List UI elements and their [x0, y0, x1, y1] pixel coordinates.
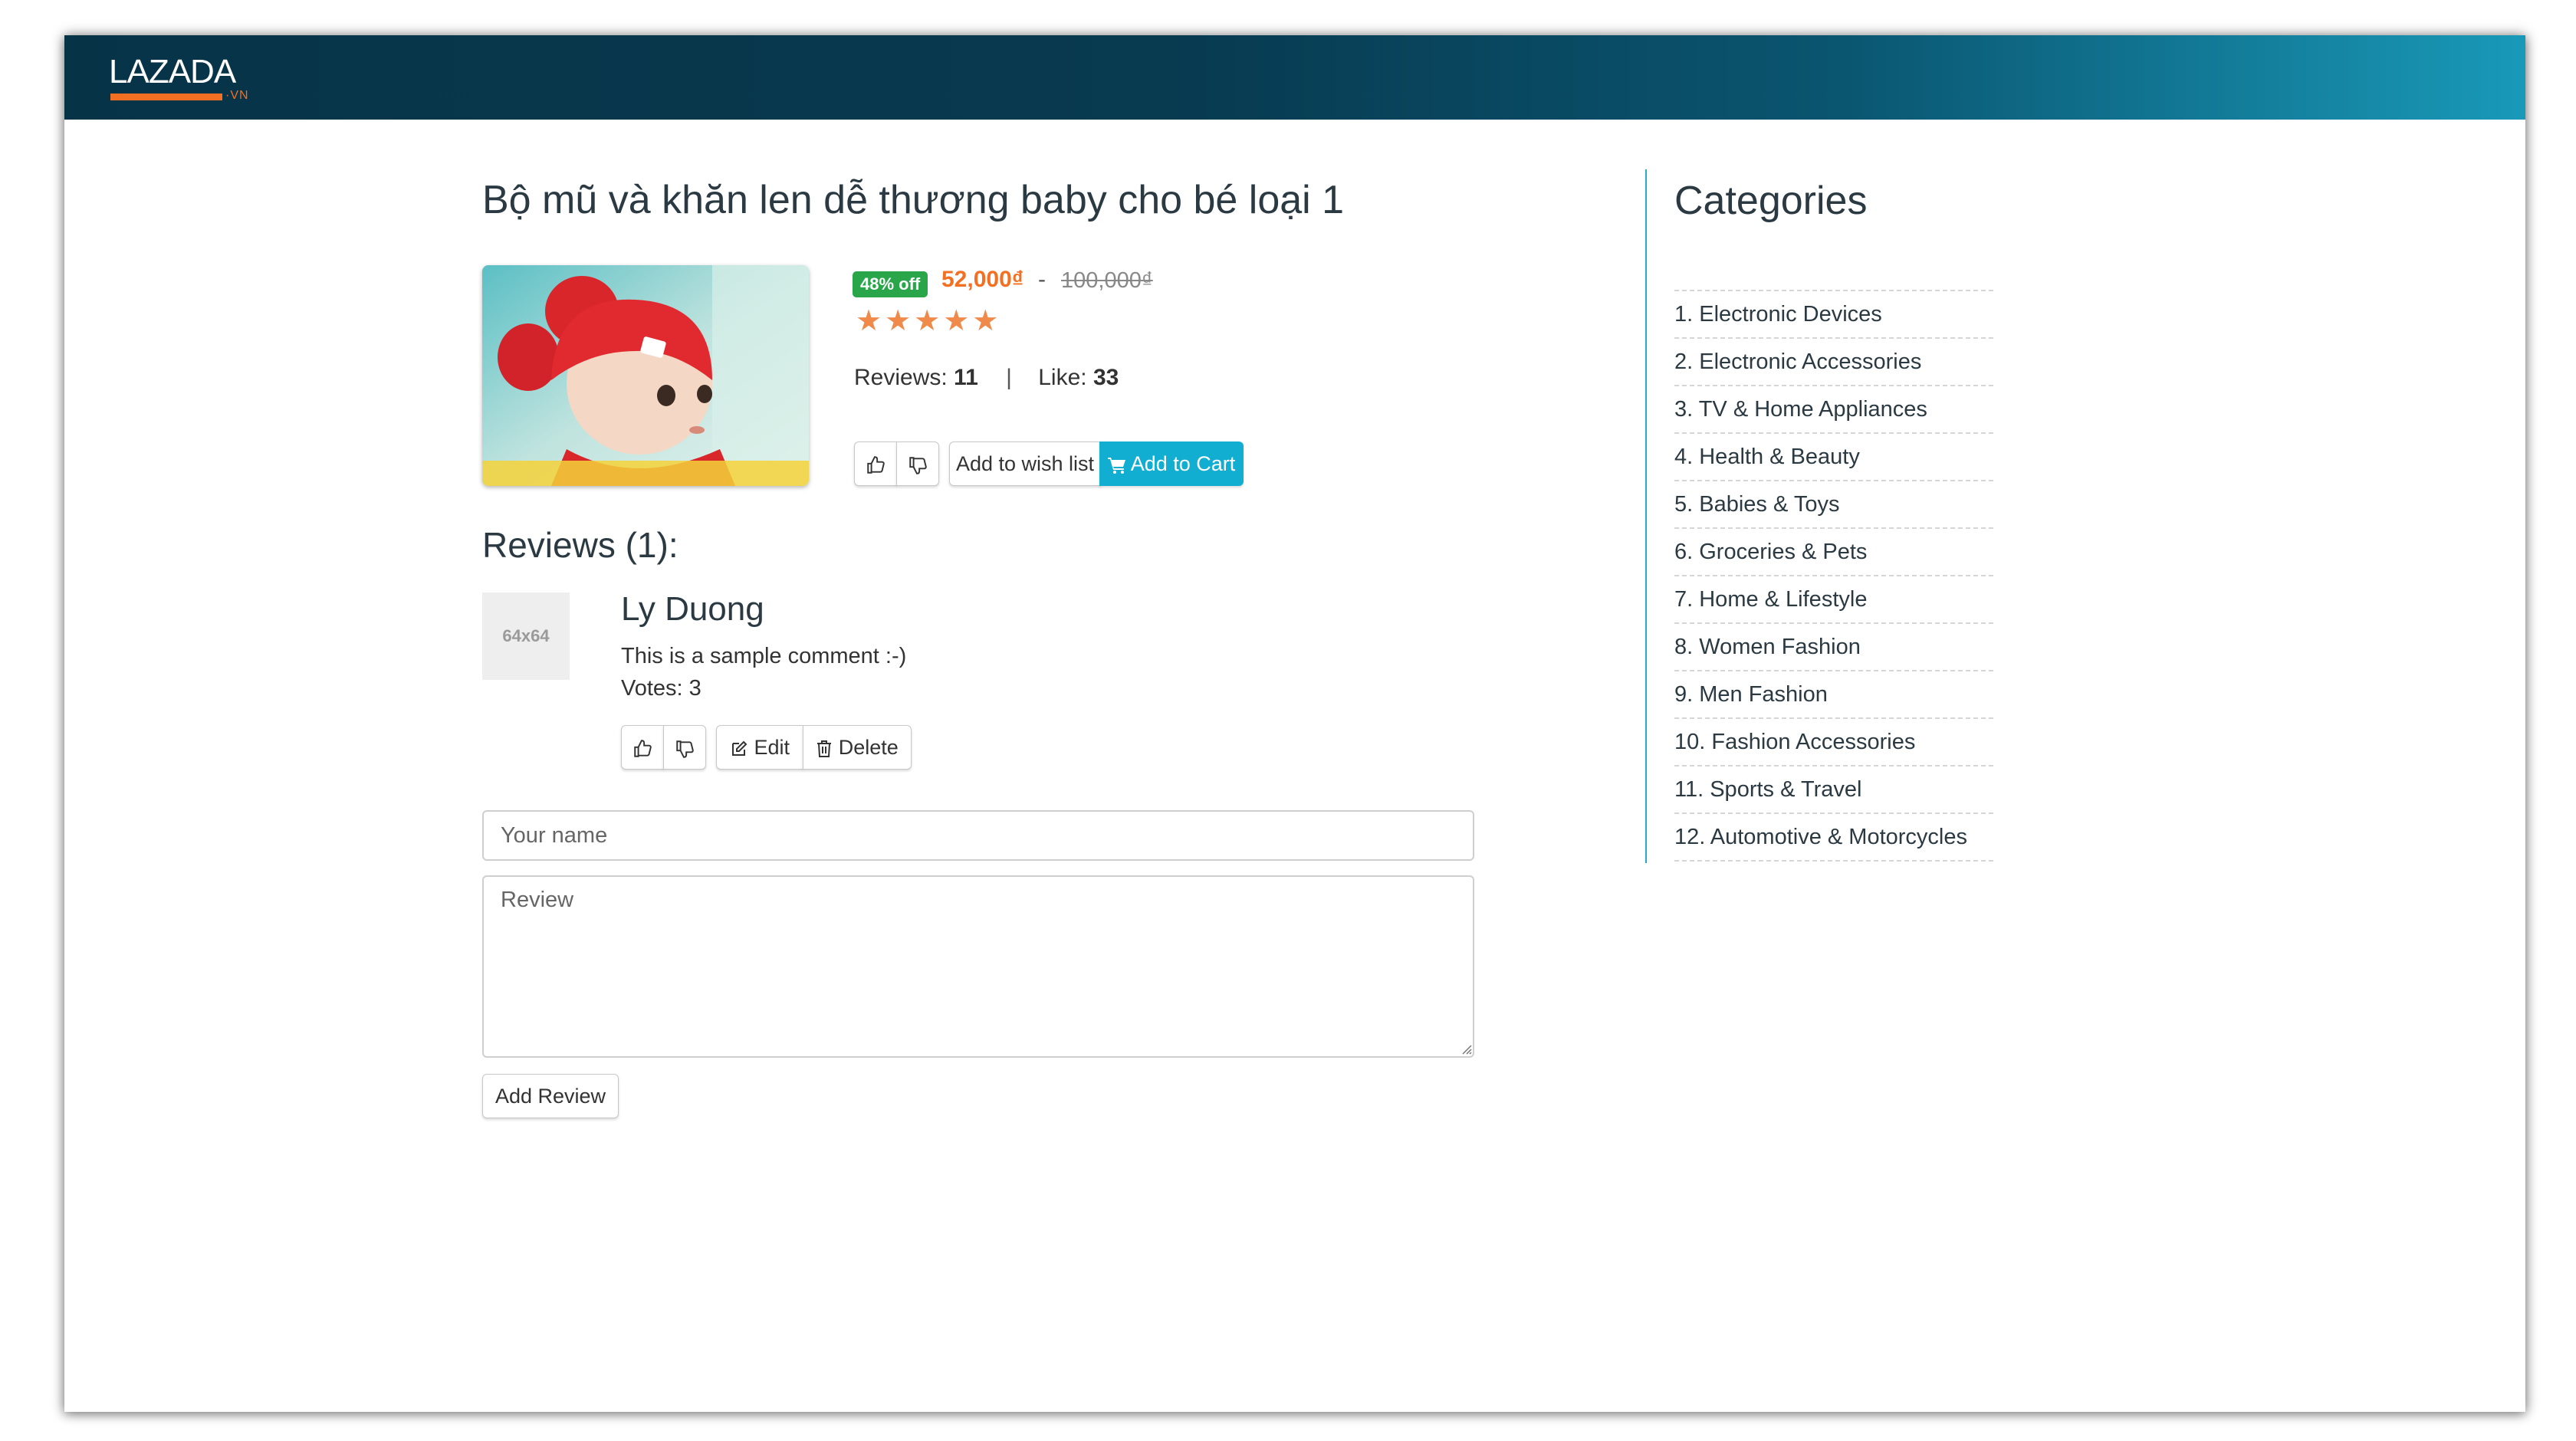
category-item[interactable]: 5. Babies & Toys — [1674, 481, 1993, 529]
rating-stars: ★★★★★ — [856, 305, 1002, 337]
top-navbar: LAZADA ·VN — [64, 35, 2525, 120]
add-to-cart-label: Add to Cart — [1130, 452, 1236, 475]
browser-window: LAZADA ·VN Bộ mũ và khăn len dễ thương b… — [64, 35, 2525, 1412]
thumbs-down-icon — [908, 452, 928, 475]
thumbs-up-icon — [866, 452, 886, 475]
logo-country: ·VN — [225, 89, 249, 102]
review-like-button[interactable] — [621, 725, 664, 770]
category-item[interactable]: 10. Fashion Accessories — [1674, 719, 1993, 766]
current-price: 52,000₫ — [941, 267, 1024, 292]
category-item[interactable]: 11. Sports & Travel — [1674, 766, 1993, 814]
original-price: 100,000₫ — [1061, 268, 1153, 293]
reviews-count: 11 — [954, 365, 978, 390]
review-textarea[interactable] — [482, 875, 1474, 1058]
like-count: 33 — [1092, 365, 1119, 390]
delete-label: Delete — [838, 736, 899, 759]
category-item[interactable]: 12. Automotive & Motorcycles — [1674, 814, 1993, 862]
category-item[interactable]: 4. Health & Beauty — [1674, 434, 1993, 481]
stats-separator: | — [1006, 365, 1012, 390]
edit-icon — [730, 736, 754, 759]
like-label: Like: — [1038, 365, 1087, 390]
reviewer-name: Ly Duong — [621, 590, 764, 628]
review-comment: This is a sample comment :-) — [621, 644, 907, 668]
add-to-cart-button[interactable]: Add to Cart — [1099, 441, 1244, 486]
add-review-button[interactable]: Add Review — [482, 1074, 619, 1118]
review-votes: Votes: 3 — [621, 676, 702, 701]
add-to-wishlist-button[interactable]: Add to wish list — [949, 441, 1101, 486]
logo-underline — [110, 94, 222, 100]
reviews-label: Reviews: — [854, 365, 948, 390]
logo-text: LAZADA — [109, 53, 236, 90]
thumbs-up-icon — [632, 736, 652, 759]
discount-badge: 48% off — [853, 271, 928, 297]
category-item[interactable]: 6. Groceries & Pets — [1674, 529, 1993, 576]
reviewer-name-input[interactable] — [482, 810, 1474, 861]
categories-list: 1. Electronic Devices 2. Electronic Acce… — [1674, 290, 1993, 862]
product-like-button[interactable] — [854, 441, 897, 486]
trash-icon — [816, 736, 839, 759]
sidebar-divider — [1645, 169, 1647, 863]
price-separator: - — [1038, 267, 1046, 292]
cart-icon — [1107, 452, 1131, 475]
category-item[interactable]: 2. Electronic Accessories — [1674, 339, 1993, 386]
product-image — [482, 265, 809, 486]
product-stats: Reviews: 11 | Like: 33 — [854, 365, 1119, 391]
category-item[interactable]: 9. Men Fashion — [1674, 671, 1993, 719]
category-item[interactable]: 3. TV & Home Appliances — [1674, 386, 1993, 434]
product-title: Bộ mũ và khăn len dễ thương baby cho bé … — [482, 178, 1345, 222]
thumbs-down-icon — [675, 736, 695, 759]
delete-review-button[interactable]: Delete — [803, 725, 912, 770]
review-dislike-button[interactable] — [663, 725, 706, 770]
category-item[interactable]: 1. Electronic Devices — [1674, 291, 1993, 339]
lazada-logo[interactable]: LAZADA ·VN — [109, 51, 262, 104]
edit-review-button[interactable]: Edit — [716, 725, 803, 770]
category-item[interactable]: 8. Women Fashion — [1674, 624, 1993, 671]
edit-label: Edit — [754, 736, 790, 759]
resize-grip-icon[interactable] — [1460, 1042, 1472, 1055]
category-item[interactable]: 7. Home & Lifestyle — [1674, 576, 1993, 624]
reviews-heading: Reviews (1): — [482, 525, 678, 565]
categories-title: Categories — [1674, 179, 1868, 223]
product-dislike-button[interactable] — [896, 441, 939, 486]
avatar: 64x64 — [482, 592, 570, 680]
